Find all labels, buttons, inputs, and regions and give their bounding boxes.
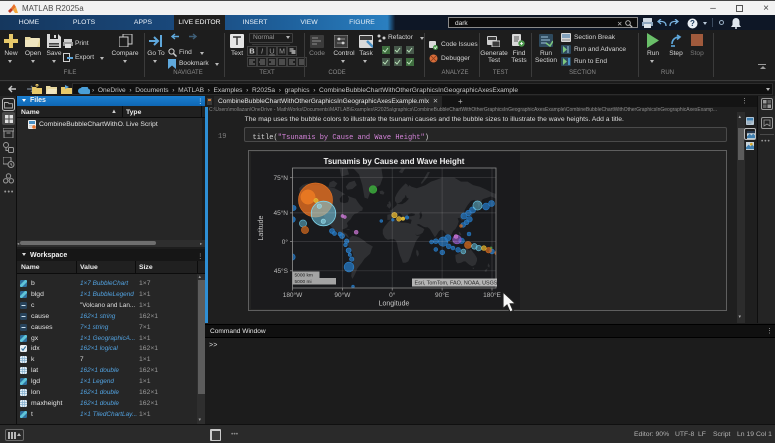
svg-text:Tsunamis by Cause and Wave Hei: Tsunamis by Cause and Wave Height bbox=[324, 157, 465, 166]
svg-text:B: B bbox=[249, 47, 255, 56]
svg-text:Latitude: Latitude bbox=[258, 215, 265, 240]
svg-text:180°E: 180°E bbox=[483, 291, 501, 299]
svg-text:Esri, TomTom, FAO, NOAA, USGS: Esri, TomTom, FAO, NOAA, USGS bbox=[415, 281, 498, 287]
svg-text:I: I bbox=[261, 47, 263, 56]
svg-text:90°E: 90°E bbox=[435, 291, 450, 299]
svg-text:U: U bbox=[269, 47, 274, 56]
svg-text:Longitude: Longitude bbox=[379, 301, 410, 308]
svg-text:?: ? bbox=[690, 19, 695, 28]
svg-text:5000 mi: 5000 mi bbox=[295, 279, 312, 285]
svg-text:90°W: 90°W bbox=[334, 291, 351, 299]
svg-text:180°W: 180°W bbox=[283, 291, 303, 299]
svg-text:5000 km: 5000 km bbox=[295, 273, 313, 279]
svg-text:0°: 0° bbox=[389, 291, 396, 299]
svg-text:45°N: 45°N bbox=[273, 209, 288, 217]
svg-text:M: M bbox=[279, 49, 285, 56]
svg-text:75°N: 75°N bbox=[273, 174, 288, 182]
svg-text:45°S: 45°S bbox=[274, 267, 289, 275]
svg-text:0°: 0° bbox=[282, 238, 289, 246]
